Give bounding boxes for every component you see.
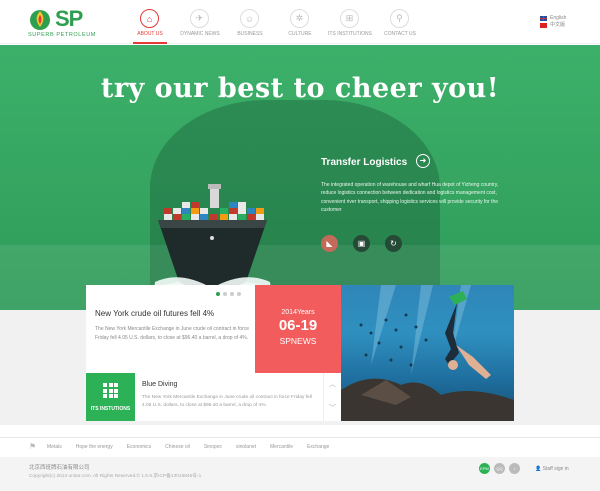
- grid-icon: [103, 383, 118, 398]
- site-header: SP SUPERB PETROLEUM ⌂ ABOUT US ✈ DYNAMIC NE…: [0, 0, 600, 44]
- footer-copyright: Copyright(c) 2013 unitar.com. All Rights…: [29, 474, 202, 479]
- truck-button[interactable]: ◣: [321, 235, 338, 252]
- date-day: 06-19: [278, 317, 318, 334]
- refresh-icon: ↻: [390, 239, 397, 248]
- slide-dot[interactable]: [237, 292, 241, 296]
- music-icon[interactable]: ♪: [509, 463, 520, 474]
- logo-text: SP: [55, 6, 83, 31]
- nav-item-business[interactable]: ☺ BUSINESS: [225, 0, 275, 44]
- content-section: New York crude oil futures fell 4% The N…: [0, 285, 600, 425]
- slide-dot[interactable]: [223, 292, 227, 296]
- institutions-card[interactable]: ITS INSTUTIONS: [86, 373, 135, 421]
- business-icon: ☺: [240, 9, 259, 28]
- slide-dots: [216, 292, 241, 296]
- lang-english[interactable]: English: [540, 15, 566, 22]
- hero-title: try our best to cheer you!: [100, 73, 500, 104]
- diving-photo: [341, 285, 514, 421]
- tag-link[interactable]: sinolanet: [236, 444, 270, 450]
- main-nav: ⌂ ABOUT US ✈ DYNAMIC NEWS ☺ BUSINESS ✲ CULTURE ⊞…: [125, 0, 425, 44]
- nav-item-dynamic-news[interactable]: ✈ DYNAMIC NEWS: [175, 0, 225, 44]
- tag-link[interactable]: Chinese oil: [165, 444, 204, 450]
- hero-description: The integrated operation of warehouse an…: [321, 182, 499, 213]
- hero-subtitle: Transfer Logistics: [321, 157, 408, 168]
- language-switcher: English 中文版: [540, 15, 566, 29]
- date-card: 2014Years 06-19 SPNEWS: [255, 285, 341, 373]
- logo[interactable]: SP SUPERB PETROLEUM: [28, 6, 128, 39]
- qq-icon[interactable]: QQ: [494, 463, 505, 474]
- nav-item-about-us[interactable]: ⌂ ABOUT US: [125, 0, 175, 44]
- refresh-button[interactable]: ↻: [385, 235, 402, 252]
- logo-mark-icon: [30, 10, 50, 30]
- tag-link[interactable]: Economics: [127, 444, 165, 450]
- social-links: EPM QQ ♪: [479, 463, 520, 474]
- lang-chinese[interactable]: 中文版: [540, 22, 566, 29]
- tag-bar: ⚑ Metals Hope the energy Economics Chinese …: [0, 437, 600, 457]
- dive-title[interactable]: Blue Diving: [142, 381, 177, 388]
- uk-flag-icon: [540, 16, 547, 21]
- epm-icon[interactable]: EPM: [479, 463, 490, 474]
- dive-pager: ︿ ﹀: [323, 373, 341, 421]
- nav-item-its-institutions[interactable]: ⊞ ITS INSTITUTIONS: [325, 0, 375, 44]
- institutions-label: ITS INSTUTIONS: [90, 406, 131, 412]
- location-icon: ⚲: [390, 9, 409, 28]
- tag-link[interactable]: Mercantile: [270, 444, 307, 450]
- news-title[interactable]: New York crude oil futures fell 4%: [95, 309, 214, 318]
- tag-icon: ⚑: [29, 442, 37, 451]
- tag-link[interactable]: Exchange: [307, 444, 343, 450]
- date-year: 2014Years: [281, 309, 315, 316]
- image-button[interactable]: ▣: [353, 235, 370, 252]
- staff-sign-in-link[interactable]: 👤 Staff sign in: [535, 466, 569, 472]
- tag-link[interactable]: Metals: [47, 444, 76, 450]
- chevron-up-icon[interactable]: ︿: [324, 373, 341, 397]
- gear-icon: ✲: [290, 9, 309, 28]
- nav-label: CONTACT US: [383, 31, 417, 37]
- arrow-right-icon[interactable]: ➜: [416, 154, 430, 168]
- truck-icon: ◣: [326, 239, 333, 248]
- nav-item-contact-us[interactable]: ⚲ CONTACT US: [375, 0, 425, 44]
- tag-link[interactable]: Sinopec: [204, 444, 236, 450]
- plane-icon: ✈: [190, 9, 209, 28]
- nav-item-culture[interactable]: ✲ CULTURE: [275, 0, 325, 44]
- tag-link[interactable]: Hope the energy: [76, 444, 127, 450]
- dive-card[interactable]: Blue Diving The New York Mercantile Exch…: [135, 373, 341, 421]
- dive-text: The New York Mercantile Exchange in June…: [142, 395, 312, 408]
- footer-company: 北京西班牌石油有限公司: [29, 465, 90, 471]
- china-flag-icon: [540, 23, 547, 28]
- hero-actions: ◣ ▣ ↻: [321, 235, 402, 252]
- tag-list: Metals Hope the energy Economics Chinese oi…: [47, 444, 343, 450]
- slide-dot[interactable]: [230, 292, 234, 296]
- image-icon: ▣: [357, 239, 366, 248]
- news-text: The New York Mercantile Exchange in June…: [95, 326, 249, 341]
- site-footer: 北京西班牌石油有限公司 Copyright(c) 2013 unitar.com…: [0, 457, 600, 491]
- hero-banner: try our best to cheer you! Transfer Logi…: [0, 45, 600, 310]
- grid-icon: ⊞: [340, 9, 359, 28]
- news-card[interactable]: New York crude oil futures fell 4% The N…: [86, 285, 255, 373]
- slide-dot[interactable]: [216, 292, 220, 296]
- logo-subtitle: SUPERB PETROLEUM: [28, 32, 96, 38]
- home-icon: ⌂: [140, 9, 159, 28]
- diver-image: [341, 285, 514, 421]
- date-source: SPNEWS: [279, 336, 317, 346]
- chevron-down-icon[interactable]: ﹀: [324, 397, 341, 421]
